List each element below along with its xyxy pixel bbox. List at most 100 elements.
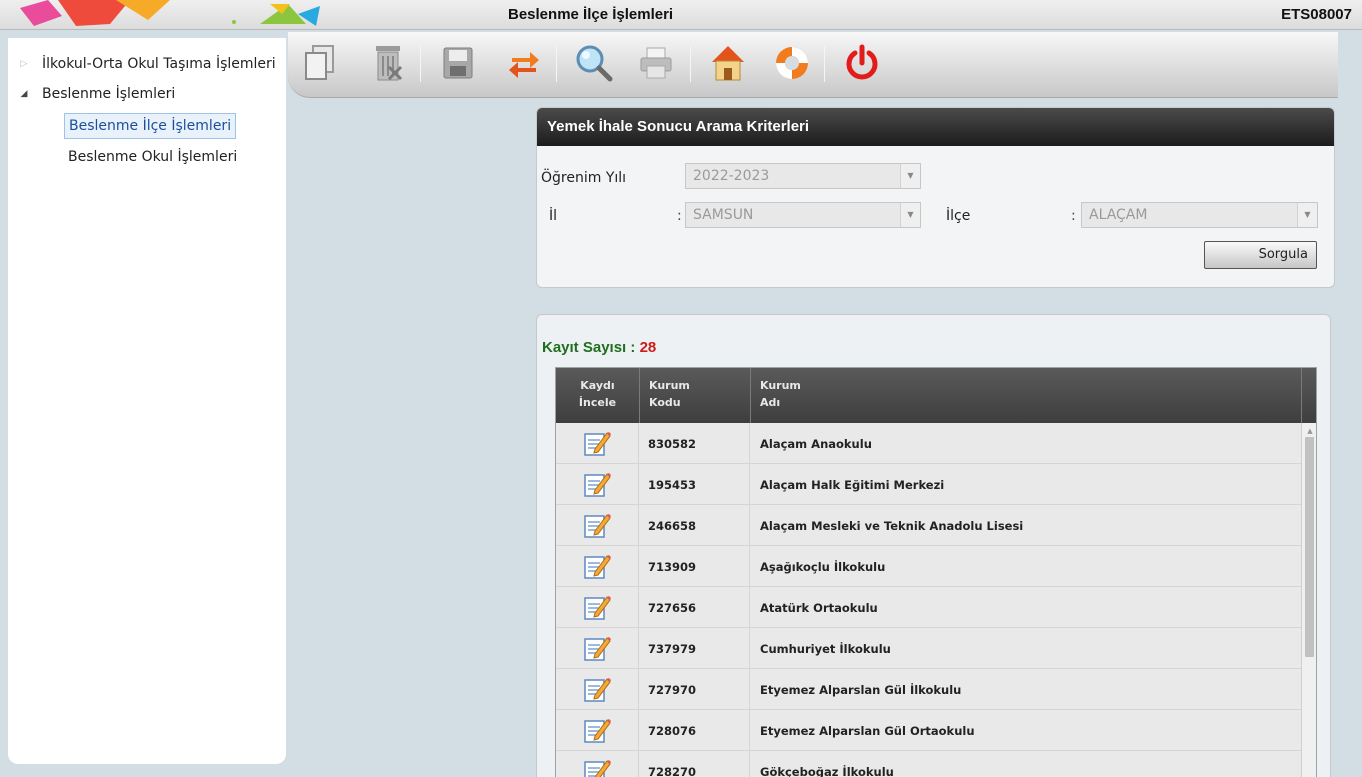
power-icon <box>846 44 878 80</box>
record-count-value: 28 <box>639 339 657 356</box>
sidebar-item-label: Beslenme İşlemleri <box>42 86 176 102</box>
inspect-record-button[interactable] <box>556 505 639 545</box>
power-button[interactable] <box>840 41 884 85</box>
column-header-inspect[interactable]: Kaydı İncele <box>556 377 639 411</box>
edit-note-icon <box>584 432 611 456</box>
year-select[interactable]: 2022-2023 ▼ <box>685 163 921 189</box>
edit-note-icon <box>584 473 611 497</box>
institution-name: Alaçam Halk Eğitimi Merkezi <box>760 478 945 492</box>
help-button[interactable] <box>770 41 814 85</box>
institution-code: 830582 <box>640 423 750 463</box>
institution-name: Etyemez Alparslan Gül İlkokulu <box>760 683 962 697</box>
search-button[interactable] <box>572 41 616 85</box>
copy-icon <box>305 45 334 80</box>
record-count-label: Kayıt Sayısı : <box>542 339 636 356</box>
table-row[interactable]: 713909 Aşağıkoçlu İlkokulu <box>556 546 1301 587</box>
column-divider <box>1301 368 1302 423</box>
tree-expanded-arrow-icon[interactable]: ◢ <box>18 82 30 106</box>
inspect-record-button[interactable] <box>556 710 639 750</box>
print-icon <box>640 47 672 79</box>
tree-collapsed-arrow-icon[interactable]: ▷ <box>18 52 30 76</box>
table-row[interactable]: 727970 Etyemez Alparslan Gül İlkokulu <box>556 669 1301 710</box>
chevron-down-icon[interactable]: ▼ <box>900 203 920 227</box>
table-row[interactable]: 727656 Atatürk Ortaokulu <box>556 587 1301 628</box>
table-scrollbar[interactable]: ▲ <box>1301 423 1316 777</box>
table-row[interactable]: 728270 Gökçeboğaz İlkokulu <box>556 751 1301 777</box>
table-row[interactable]: 728076 Etyemez Alparslan Gül Ortaokulu <box>556 710 1301 751</box>
scrollbar-thumb[interactable] <box>1305 437 1314 657</box>
ilce-select[interactable]: ALAÇAM ▼ <box>1081 202 1318 228</box>
print-button[interactable] <box>634 41 678 85</box>
results-table: Kaydı İncele Kurum Kodu Kurum Adı 830582… <box>555 367 1317 777</box>
table-row[interactable]: 830582 Alaçam Anaokulu <box>556 423 1301 464</box>
toolbar-separator <box>556 46 557 82</box>
institution-code: 728076 <box>640 710 750 750</box>
year-value: 2022-2023 <box>693 168 770 184</box>
copy-button[interactable] <box>298 41 342 85</box>
inspect-record-button[interactable] <box>556 751 639 777</box>
institution-name: Atatürk Ortaokulu <box>760 601 878 615</box>
record-count: Kayıt Sayısı : 28 <box>542 339 656 356</box>
il-value: SAMSUN <box>693 207 754 223</box>
navigation-sidebar: ▷ İlkokul-Orta Okul Taşıma İşlemleri ◢ B… <box>8 38 286 764</box>
column-divider <box>639 368 640 423</box>
inspect-record-button[interactable] <box>556 628 639 668</box>
delete-button[interactable] <box>366 41 410 85</box>
help-lifebuoy-icon <box>776 47 808 79</box>
sidebar-item-beslenme-okul[interactable]: Beslenme Okul İşlemleri <box>64 145 241 171</box>
inspect-record-button[interactable] <box>556 587 639 627</box>
column-header-name[interactable]: Kurum Adı <box>760 377 801 411</box>
table-header: Kaydı İncele Kurum Kodu Kurum Adı <box>556 368 1316 423</box>
sidebar-item-beslenme-ilce[interactable]: Beslenme İlçe İşlemleri <box>64 113 237 139</box>
toolbar-separator <box>420 46 421 82</box>
ilce-label: İlçe <box>946 208 971 224</box>
table-row[interactable]: 246658 Alaçam Mesleki ve Teknik Anadolu … <box>556 505 1301 546</box>
institution-name: Aşağıkoçlu İlkokulu <box>760 560 886 574</box>
page-title: Beslenme İlçe İşlemleri <box>508 6 674 23</box>
screen-code: ETS08007 <box>1281 6 1352 23</box>
institution-code: 737979 <box>640 628 750 668</box>
il-label: İl <box>549 208 558 224</box>
edit-note-icon <box>584 760 611 777</box>
home-button[interactable] <box>706 41 750 85</box>
table-row[interactable]: 195453 Alaçam Halk Eğitimi Merkezi <box>556 464 1301 505</box>
il-select[interactable]: SAMSUN ▼ <box>685 202 921 228</box>
inspect-record-button[interactable] <box>556 423 639 463</box>
year-label: Öğrenim Yılı <box>541 170 627 186</box>
sidebar-item-label: İlkokul-Orta Okul Taşıma İşlemleri <box>42 56 276 72</box>
home-icon <box>712 46 744 81</box>
inspect-record-button[interactable] <box>556 669 639 709</box>
institution-name: Gökçeboğaz İlkokulu <box>760 765 894 777</box>
save-button[interactable] <box>436 41 480 85</box>
brand-logo <box>20 0 320 26</box>
edit-note-icon <box>584 719 611 743</box>
edit-note-icon <box>584 637 611 661</box>
institution-name: Alaçam Mesleki ve Teknik Anadolu Lisesi <box>760 519 1024 533</box>
toolbar <box>288 32 1338 98</box>
title-bar: Beslenme İlçe İşlemleri ETS08007 <box>0 0 1362 30</box>
search-icon <box>576 45 613 82</box>
column-header-code[interactable]: Kurum Kodu <box>649 377 690 411</box>
edit-note-icon <box>584 514 611 538</box>
institution-code: 728270 <box>640 751 750 777</box>
institution-name: Alaçam Anaokulu <box>760 437 872 451</box>
search-submit-button[interactable]: Sorgula <box>1204 241 1317 269</box>
search-criteria-panel: Yemek İhale Sonucu Arama Kriterleri Öğre… <box>536 107 1335 288</box>
inspect-record-button[interactable] <box>556 546 639 586</box>
refresh-button[interactable] <box>502 41 546 85</box>
ilce-value: ALAÇAM <box>1089 207 1148 223</box>
chevron-down-icon[interactable]: ▼ <box>900 164 920 188</box>
toolbar-separator <box>690 46 691 82</box>
chevron-down-icon[interactable]: ▼ <box>1297 203 1317 227</box>
column-divider <box>750 368 751 423</box>
scroll-up-icon[interactable]: ▲ <box>1302 425 1316 437</box>
edit-note-icon <box>584 555 611 579</box>
results-panel: Kayıt Sayısı : 28 Kaydı İncele Kurum Kod… <box>536 314 1331 777</box>
toolbar-separator <box>824 46 825 82</box>
institution-name: Cumhuriyet İlkokulu <box>760 642 891 656</box>
criteria-panel-title: Yemek İhale Sonucu Arama Kriterleri <box>537 108 1334 146</box>
institution-code: 713909 <box>640 546 750 586</box>
table-row[interactable]: 737979 Cumhuriyet İlkokulu <box>556 628 1301 669</box>
inspect-record-button[interactable] <box>556 464 639 504</box>
institution-code: 246658 <box>640 505 750 545</box>
